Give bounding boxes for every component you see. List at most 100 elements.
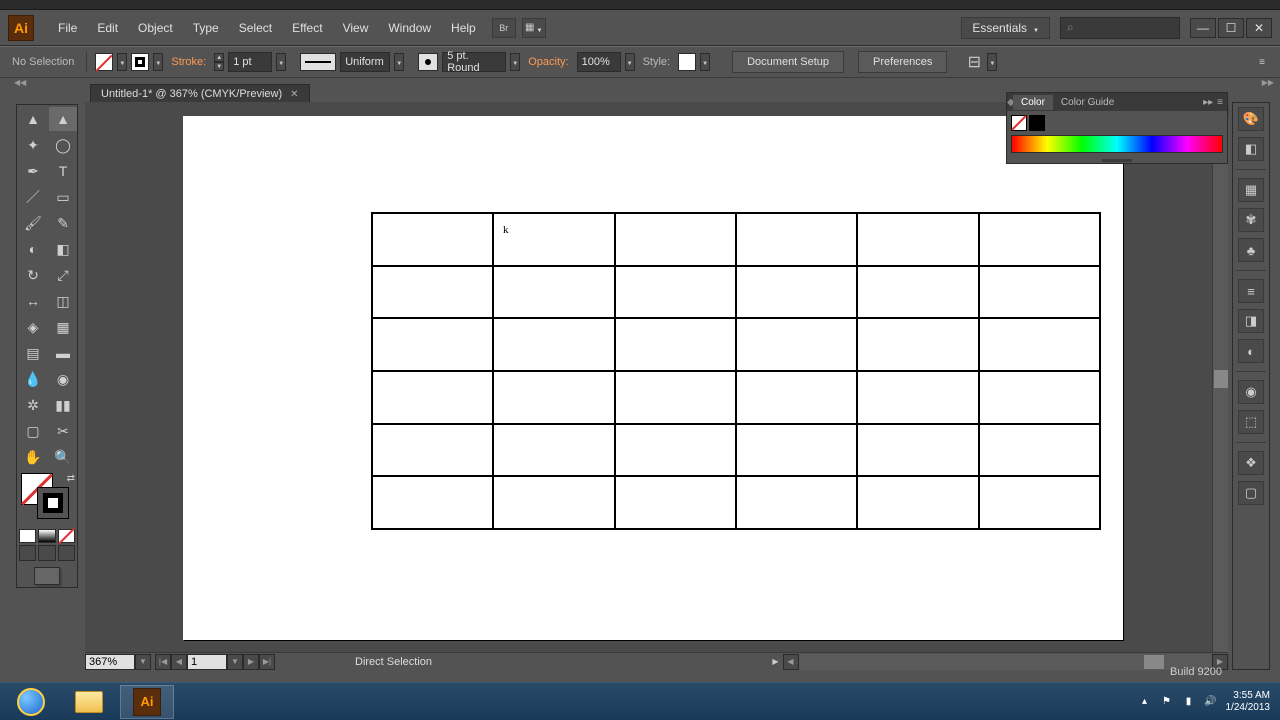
pencil-tool[interactable]: ✎	[49, 211, 77, 235]
stroke-weight-input[interactable]: 1 pt	[228, 52, 272, 72]
menu-view[interactable]: View	[333, 17, 379, 39]
line-segment-tool[interactable]: ／	[19, 185, 47, 209]
stroke-dropdown[interactable]	[153, 53, 163, 71]
minimize-button[interactable]: —	[1190, 18, 1216, 38]
paintbrush-tool[interactable]: 🖌	[19, 211, 47, 235]
menu-type[interactable]: Type	[183, 17, 229, 39]
maximize-button[interactable]: ☐	[1218, 18, 1244, 38]
menu-help[interactable]: Help	[441, 17, 486, 39]
scale-tool[interactable]: ⤢	[49, 263, 77, 287]
document-tab[interactable]: Untitled-1* @ 367% (CMYK/Preview) ✕	[90, 84, 310, 104]
layers-panel-icon[interactable]: ❖	[1238, 451, 1264, 475]
blend-tool[interactable]: ◉	[49, 367, 77, 391]
control-bar-menu-icon[interactable]: ≡	[1252, 53, 1272, 71]
magic-wand-tool[interactable]: ✦	[19, 133, 47, 157]
style-dropdown[interactable]	[700, 53, 710, 71]
color-panel-icon[interactable]: 🎨	[1238, 107, 1264, 131]
next-artboard-button[interactable]: ▶	[243, 654, 259, 670]
swatches-panel-icon[interactable]: ▦	[1238, 178, 1264, 202]
stroke-panel-icon[interactable]: ≡	[1238, 279, 1264, 303]
color-mode-icon[interactable]	[19, 529, 36, 543]
perspective-grid-tool[interactable]: ▦	[49, 315, 77, 339]
align-icon[interactable]: ⊟	[965, 53, 983, 71]
panels-collapse-icon[interactable]: ▶▶	[1262, 78, 1274, 87]
arrange-documents-icon[interactable]: ▦	[522, 18, 546, 38]
fill-stroke-control[interactable]: ⇄	[19, 473, 75, 527]
shape-builder-tool[interactable]: ◈	[19, 315, 47, 339]
action-center-icon[interactable]: ⚑	[1160, 695, 1174, 709]
menu-object[interactable]: Object	[128, 17, 183, 39]
gradient-tool[interactable]: ▬	[49, 341, 77, 365]
stroke-color-swatch[interactable]	[37, 487, 69, 519]
preferences-button[interactable]: Preferences	[858, 51, 947, 73]
style-swatch[interactable]	[678, 53, 696, 71]
taskbar-ie[interactable]	[4, 685, 58, 719]
horizontal-scrollbar[interactable]	[799, 654, 1213, 670]
brush-definition[interactable]: 5 pt. Round	[442, 52, 506, 72]
vertical-scrollbar[interactable]: ▲ ▼	[1212, 102, 1228, 670]
blob-brush-tool[interactable]: ◐	[19, 237, 47, 261]
appearance-panel-icon[interactable]: ◉	[1238, 380, 1264, 404]
panel-resize-grip[interactable]	[1007, 157, 1227, 163]
menu-file[interactable]: File	[48, 17, 87, 39]
rectangular-grid-object[interactable]	[371, 212, 1101, 530]
zoom-dropdown[interactable]: ▼	[135, 654, 151, 670]
opacity-input[interactable]: 100%	[577, 52, 621, 72]
opacity-dropdown[interactable]	[625, 53, 635, 71]
stroke-profile[interactable]: Uniform	[340, 52, 390, 72]
eraser-tool[interactable]: ◧	[49, 237, 77, 261]
direct-selection-tool[interactable]: ▲	[49, 107, 77, 131]
brushes-panel-icon[interactable]: ✾	[1238, 208, 1264, 232]
panel-menu-icon[interactable]: ≡	[1217, 97, 1223, 108]
battery-icon[interactable]: ▮	[1182, 695, 1196, 709]
document-setup-button[interactable]: Document Setup	[732, 51, 844, 73]
screen-mode-icon[interactable]	[34, 567, 60, 585]
column-graph-tool[interactable]: ▮▮	[49, 393, 77, 417]
artboard-number-input[interactable]: 1	[187, 654, 227, 670]
width-tool[interactable]: ↔	[19, 289, 47, 313]
artboard-tool[interactable]: ▢	[19, 419, 47, 443]
hand-tool[interactable]: ✋	[19, 445, 47, 469]
draw-behind-icon[interactable]	[38, 545, 55, 561]
mesh-tool[interactable]: ▤	[19, 341, 47, 365]
menu-select[interactable]: Select	[229, 17, 282, 39]
draw-normal-icon[interactable]	[19, 545, 36, 561]
status-menu-icon[interactable]: ▶	[769, 657, 783, 666]
color-spectrum[interactable]	[1011, 135, 1223, 153]
panel-collapse-icon[interactable]: ▸▸	[1203, 97, 1213, 108]
type-tool[interactable]: T	[49, 159, 77, 183]
gradient-panel-icon[interactable]: ◨	[1238, 309, 1264, 333]
color-guide-panel-icon[interactable]: ◧	[1238, 137, 1264, 161]
taskbar-explorer[interactable]	[62, 685, 116, 719]
stroke-weight-dropdown[interactable]	[276, 53, 286, 71]
opacity-label[interactable]: Opacity:	[524, 56, 572, 68]
panel-fill-swatch[interactable]	[1011, 115, 1027, 131]
pen-tool[interactable]: ✒	[19, 159, 47, 183]
brush-dropdown[interactable]	[510, 53, 520, 71]
free-transform-tool[interactable]: ◫	[49, 289, 77, 313]
color-guide-tab[interactable]: Color Guide	[1053, 95, 1122, 110]
system-clock[interactable]: 3:55 AM 1/24/2013	[1226, 690, 1271, 714]
bridge-icon[interactable]: Br	[492, 18, 516, 38]
search-box[interactable]: ⌕	[1060, 17, 1180, 39]
gradient-mode-icon[interactable]	[38, 529, 55, 543]
volume-icon[interactable]: 🔊	[1204, 695, 1218, 709]
menu-effect[interactable]: Effect	[282, 17, 332, 39]
stroke-profile-dropdown[interactable]	[394, 53, 404, 71]
fill-swatch[interactable]	[95, 53, 113, 71]
draw-inside-icon[interactable]	[58, 545, 75, 561]
artboard-dropdown[interactable]: ▼	[227, 654, 243, 670]
canvas[interactable]: k	[85, 102, 1228, 670]
artboards-panel-icon[interactable]: ▢	[1238, 481, 1264, 505]
stroke-swatch[interactable]	[131, 53, 149, 71]
tab-close-icon[interactable]: ✕	[290, 89, 298, 100]
panel-stroke-swatch[interactable]	[1029, 115, 1045, 131]
symbols-panel-icon[interactable]: ♣	[1238, 238, 1264, 262]
vertical-scroll-thumb[interactable]	[1214, 370, 1228, 388]
stroke-weight-stepper[interactable]: ▲▼	[214, 53, 224, 71]
zoom-level-input[interactable]: 367%	[85, 654, 135, 670]
lasso-tool[interactable]: ◯	[49, 133, 77, 157]
taskbar-illustrator[interactable]: Ai	[120, 685, 174, 719]
stroke-label[interactable]: Stroke:	[167, 56, 210, 68]
close-button[interactable]: ✕	[1246, 18, 1272, 38]
